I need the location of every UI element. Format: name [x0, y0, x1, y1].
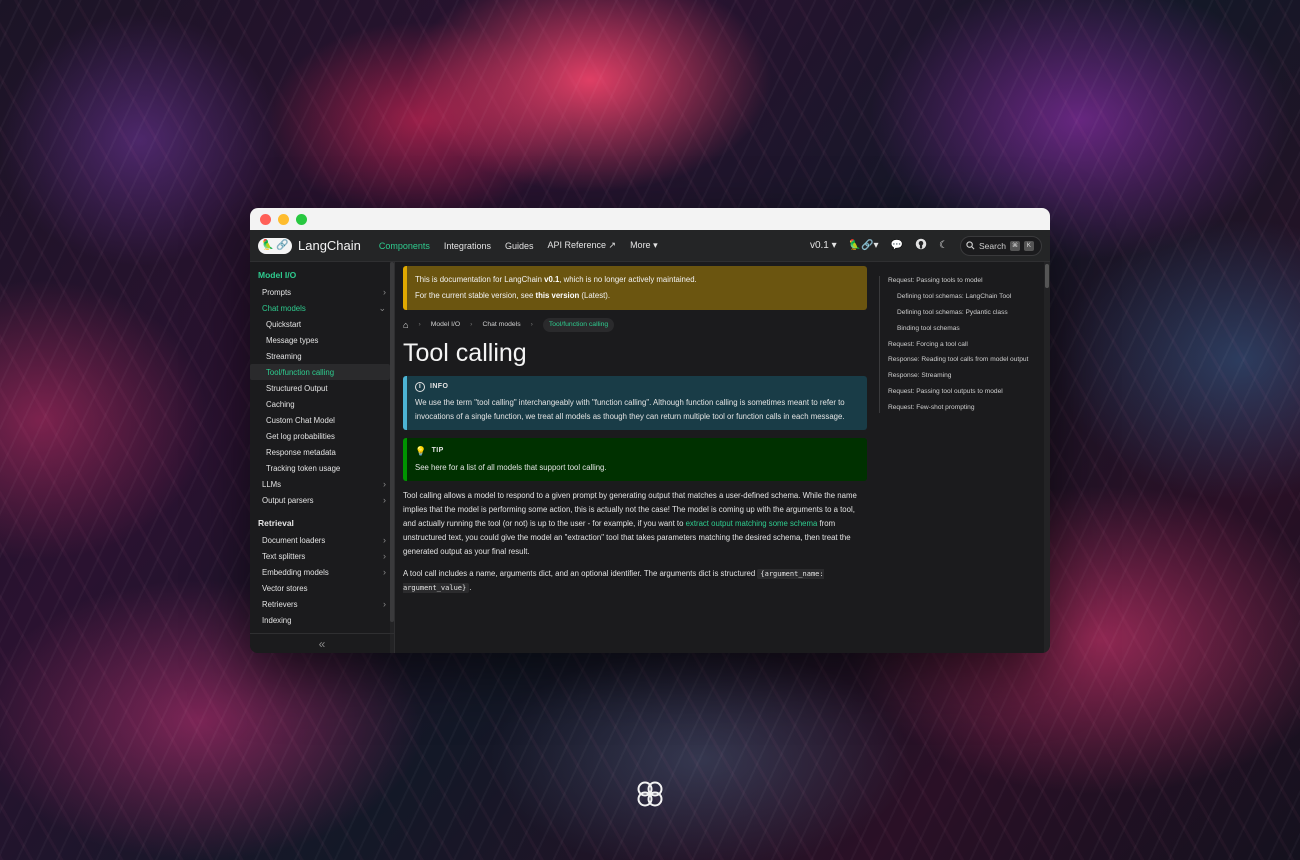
toc-item[interactable]: Request: Passing tools to model — [888, 276, 1036, 286]
chevron-right-icon: › — [383, 567, 386, 577]
chevron-right-icon: › — [418, 320, 421, 328]
toc-item[interactable]: Defining tool schemas: LangChain Tool — [888, 292, 1036, 302]
chat-icon[interactable]: 💬 — [891, 240, 903, 251]
tool-call-paragraph: A tool call includes a name, arguments d… — [403, 569, 824, 594]
search-button[interactable]: Search ⌘ K — [960, 235, 1042, 256]
sidebar-sub-message-types[interactable]: Message types — [250, 332, 394, 348]
banner-version: v0.1 — [544, 275, 560, 284]
breadcrumb: ⌂ › Model I/O › Chat models › Tool/funct… — [403, 316, 867, 334]
sidebar-sub-streaming[interactable]: Streaming — [250, 348, 394, 364]
nav-link-components[interactable]: Components — [379, 241, 430, 251]
sidebar-sub-token-usage[interactable]: Tracking token usage — [250, 460, 394, 476]
sidebar-scrollbar[interactable] — [390, 262, 394, 653]
table-of-contents: Request: Passing tools to model Defining… — [875, 262, 1040, 653]
home-icon[interactable]: ⌂ — [403, 317, 408, 333]
sidebar-item-output-parsers[interactable]: Output parsers › — [250, 492, 394, 508]
toc-item[interactable]: Request: Passing tool outputs to model — [888, 387, 1036, 397]
brand-logo[interactable]: 🦜 🔗 LangChain — [258, 237, 361, 254]
breadcrumb-chat-models[interactable]: Chat models — [482, 319, 520, 331]
tip-admonition: 💡 TIP See here for a list of all models t… — [403, 437, 867, 481]
chevron-right-icon: › — [383, 599, 386, 609]
chevron-right-icon: › — [530, 320, 533, 328]
sidebar-sub-structured-output[interactable]: Structured Output — [250, 380, 394, 396]
toc-item[interactable]: Response: Streaming — [888, 371, 1036, 381]
sidebar-item-indexing[interactable]: Indexing — [250, 612, 394, 628]
nav-link-guides[interactable]: Guides — [505, 241, 534, 251]
browser-window: 🦜 🔗 LangChain Components Integrations Gui… — [250, 208, 1050, 653]
maximize-window-button[interactable] — [296, 213, 307, 225]
minimize-window-button[interactable] — [278, 213, 289, 225]
toc-item[interactable]: Request: Forcing a tool call — [888, 340, 1036, 350]
brand-name: LangChain — [298, 238, 361, 253]
page-scrollbar[interactable] — [1044, 262, 1050, 653]
info-admonition: i INFO We use the term "tool calling" int… — [403, 376, 867, 430]
tip-text: See here for a list of all models that s… — [415, 462, 607, 472]
sidebar-item-text-splitters[interactable]: Text splitters › — [250, 548, 394, 564]
sidebar-category-model-io[interactable]: Model I/O — [250, 268, 394, 284]
sidebar-item-embedding-models[interactable]: Embedding models › — [250, 564, 394, 580]
chevron-down-icon: ⌄ — [378, 302, 386, 313]
lightbulb-icon: 💡 — [415, 445, 427, 456]
sidebar-sub-quickstart[interactable]: Quickstart — [250, 316, 394, 332]
info-icon: i — [415, 382, 425, 393]
shortcut-key-icon: ⌘ — [1009, 240, 1020, 251]
sidebar-item-retrievers[interactable]: Retrievers › — [250, 596, 394, 612]
chevron-right-icon: › — [383, 287, 386, 297]
toc-item[interactable]: Request: Few-shot prompting — [888, 403, 1036, 413]
github-icon[interactable] — [915, 238, 927, 253]
sidebar-item-prompts[interactable]: Prompts › — [250, 284, 394, 300]
sidebar-item-vector-stores[interactable]: Vector stores — [250, 580, 394, 596]
dark-mode-toggle-icon[interactable]: ☾ — [939, 240, 948, 251]
docs-sidebar: Model I/O Prompts › Chat models ⌄ Quicksta… — [250, 262, 395, 653]
intro-paragraph: Tool calling allows a model to respond t… — [403, 490, 857, 557]
page-title: Tool calling — [403, 339, 527, 368]
window-titlebar — [250, 208, 1050, 230]
sidebar-item-chat-models[interactable]: Chat models ⌄ — [250, 300, 394, 316]
deprecation-banner: This is documentation for LangChain v0.1… — [403, 266, 867, 311]
doc-content: This is documentation for LangChain v0.1… — [395, 262, 875, 653]
sidebar-sub-log-probabilities[interactable]: Get log probabilities — [250, 428, 394, 444]
collapse-sidebar-button[interactable]: « — [250, 633, 394, 653]
sidebar-item-document-loaders[interactable]: Document loaders › — [250, 532, 394, 548]
latest-version-link[interactable]: this version — [535, 291, 579, 300]
chevron-right-icon: › — [383, 535, 386, 545]
sidebar-category-retrieval[interactable]: Retrieval — [250, 516, 394, 532]
search-icon — [966, 241, 975, 250]
info-label: INFO — [430, 383, 449, 391]
nav-link-api-reference[interactable]: API Reference ↗ — [547, 240, 616, 251]
app-logo-icon — [637, 781, 663, 807]
close-window-button[interactable] — [260, 213, 271, 225]
nav-link-integrations[interactable]: Integrations — [444, 241, 491, 251]
shortcut-key-icon: K — [1023, 240, 1034, 251]
version-dropdown[interactable]: v0.1 ▾ — [810, 240, 837, 251]
sidebar-sub-response-metadata[interactable]: Response metadata — [250, 444, 394, 460]
parrot-link-icon: 🦜 🔗 — [258, 237, 292, 254]
breadcrumb-current: Tool/function calling — [542, 317, 615, 333]
toc-item[interactable]: Response: Reading tool calls from model … — [888, 355, 1036, 365]
sidebar-sub-caching[interactable]: Caching — [250, 396, 394, 412]
ecosystem-dropdown-icon[interactable]: 🦜🔗▾ — [849, 240, 879, 251]
toc-item[interactable]: Binding tool schemas — [888, 324, 1036, 334]
chevron-right-icon: › — [470, 320, 473, 328]
sidebar-sub-tool-calling[interactable]: Tool/function calling — [250, 364, 390, 380]
double-chevron-left-icon: « — [318, 636, 326, 651]
chevron-right-icon: › — [383, 551, 386, 561]
tip-label: TIP — [431, 446, 444, 454]
chevron-right-icon: › — [383, 479, 386, 489]
breadcrumb-model-io[interactable]: Model I/O — [431, 319, 460, 331]
info-text: We use the term "tool calling" interchan… — [415, 397, 845, 421]
toc-item[interactable]: Defining tool schemas: Pydantic class — [888, 308, 1036, 318]
chevron-right-icon: › — [383, 495, 386, 505]
nav-link-more[interactable]: More ▾ — [630, 240, 658, 251]
sidebar-item-llms[interactable]: LLMs › — [250, 476, 394, 492]
sidebar-sub-custom-chat-model[interactable]: Custom Chat Model — [250, 412, 394, 428]
top-navbar: 🦜 🔗 LangChain Components Integrations Gui… — [250, 230, 1050, 262]
search-label: Search — [979, 240, 1006, 251]
extract-output-link[interactable]: extract output matching some schema — [686, 519, 818, 528]
